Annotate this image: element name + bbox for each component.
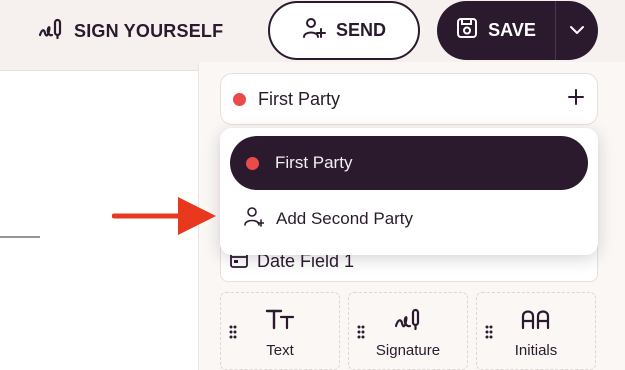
field-tile-text[interactable]: Text bbox=[220, 292, 340, 370]
party-select[interactable]: First Party bbox=[220, 73, 598, 125]
top-toolbar: SIGN YOURSELF SEND SAVE bbox=[0, 0, 625, 62]
field-tile-label: Initials bbox=[514, 342, 558, 359]
save-options-toggle[interactable] bbox=[556, 1, 598, 60]
save-button-group: SAVE bbox=[437, 1, 598, 60]
add-user-icon bbox=[244, 206, 265, 233]
add-user-icon bbox=[302, 16, 326, 45]
party-select-label: First Party bbox=[258, 88, 341, 109]
dropdown-item-first-party[interactable]: First Party bbox=[230, 136, 588, 190]
send-label: SEND bbox=[335, 20, 386, 40]
save-button[interactable]: SAVE bbox=[437, 1, 555, 60]
dropdown-item-label: First Party bbox=[275, 153, 353, 172]
text-type-icon bbox=[221, 307, 339, 335]
annotation-arrow-icon bbox=[111, 195, 218, 242]
dropdown-item-label: Add Second Party bbox=[276, 209, 414, 228]
party-color-dot bbox=[246, 156, 259, 170]
send-button[interactable]: SEND bbox=[268, 1, 420, 60]
sign-yourself-label: SIGN YOURSELF bbox=[74, 20, 224, 41]
sign-yourself-button[interactable]: SIGN YOURSELF bbox=[38, 12, 223, 50]
save-label: SAVE bbox=[488, 20, 536, 40]
chevron-down-icon bbox=[569, 22, 585, 40]
field-tile-signature[interactable]: Signature bbox=[348, 292, 468, 370]
party-dropdown-menu: First Party Add Second Party bbox=[220, 128, 598, 255]
document-signature-line bbox=[0, 236, 40, 238]
signature-icon bbox=[349, 307, 467, 335]
field-tile-label: Text bbox=[266, 342, 294, 359]
dropdown-item-add-second-party[interactable]: Add Second Party bbox=[230, 198, 588, 240]
party-color-dot bbox=[233, 92, 246, 106]
plus-icon[interactable] bbox=[567, 88, 585, 111]
field-tile-label: Signature bbox=[375, 342, 441, 359]
save-icon bbox=[456, 17, 478, 44]
field-tile-initials[interactable]: Initials bbox=[476, 292, 596, 370]
initials-icon bbox=[477, 307, 595, 335]
signature-icon bbox=[38, 18, 64, 45]
